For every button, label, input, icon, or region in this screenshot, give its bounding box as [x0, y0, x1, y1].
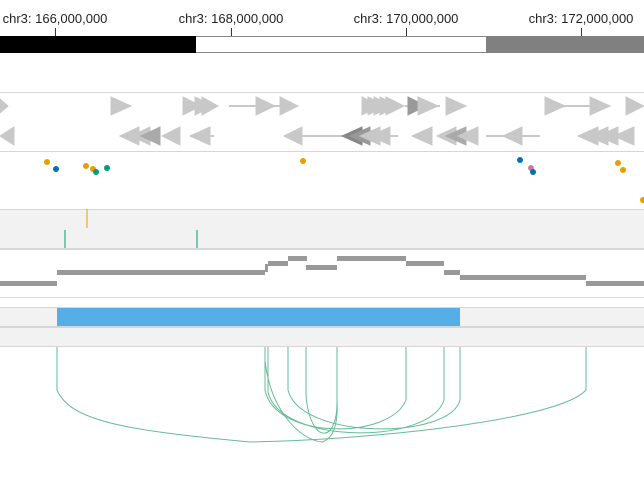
- gene-arrow: [110, 96, 133, 116]
- gene-arrow: [501, 126, 523, 146]
- point-mark: [530, 169, 536, 175]
- gene-arrow: [589, 96, 612, 116]
- bar-track-marks: [64, 209, 198, 248]
- point-mark: [93, 169, 99, 175]
- genome-browser-view[interactable]: chr3: 166,000,000 chr3: 168,000,000 chr3…: [0, 0, 644, 484]
- point-mark: [83, 163, 89, 169]
- step-segment: [460, 275, 586, 280]
- step-segment: [265, 264, 268, 272]
- point-track: [44, 157, 644, 203]
- gene-arrow: [445, 96, 468, 116]
- gene-arrow: [0, 126, 15, 146]
- interval-bar: [57, 308, 460, 326]
- step-segment: [444, 270, 460, 275]
- gene-arrow: [0, 98, 9, 114]
- point-mark: [640, 197, 644, 203]
- step-segment: [268, 261, 288, 266]
- gene-arrow: [188, 126, 211, 146]
- gene-arrow: [160, 126, 181, 146]
- gene-reverse-strand: [0, 126, 635, 146]
- gene-arrow: [417, 96, 440, 116]
- arc-link: [305, 347, 338, 434]
- step-track: [0, 256, 644, 286]
- step-segment: [288, 256, 307, 261]
- gene-arrow: [201, 96, 220, 116]
- gene-arrow: [279, 96, 300, 116]
- gene-arrow: [410, 126, 433, 146]
- step-segment: [586, 281, 644, 286]
- step-segment: [0, 281, 57, 286]
- point-mark: [53, 166, 59, 172]
- point-mark: [300, 158, 306, 164]
- gene-forward-strand: [0, 96, 644, 116]
- point-mark: [104, 165, 110, 171]
- gene-arrow: [385, 96, 406, 116]
- step-segment: [306, 265, 337, 270]
- point-mark: [517, 157, 523, 163]
- arc-link: [267, 347, 445, 434]
- track-canvas[interactable]: [0, 0, 644, 484]
- point-mark: [44, 159, 50, 165]
- gene-arrow: [282, 126, 303, 146]
- arc-track: [56, 347, 587, 443]
- step-segment: [406, 261, 444, 266]
- point-mark: [615, 160, 621, 166]
- point-mark: [620, 167, 626, 173]
- step-segment: [337, 256, 406, 261]
- gene-arrow: [625, 96, 644, 116]
- step-segment: [57, 270, 265, 275]
- gene-arrow: [544, 96, 567, 116]
- arc-link: [287, 347, 461, 430]
- gene-arrow: [255, 96, 277, 116]
